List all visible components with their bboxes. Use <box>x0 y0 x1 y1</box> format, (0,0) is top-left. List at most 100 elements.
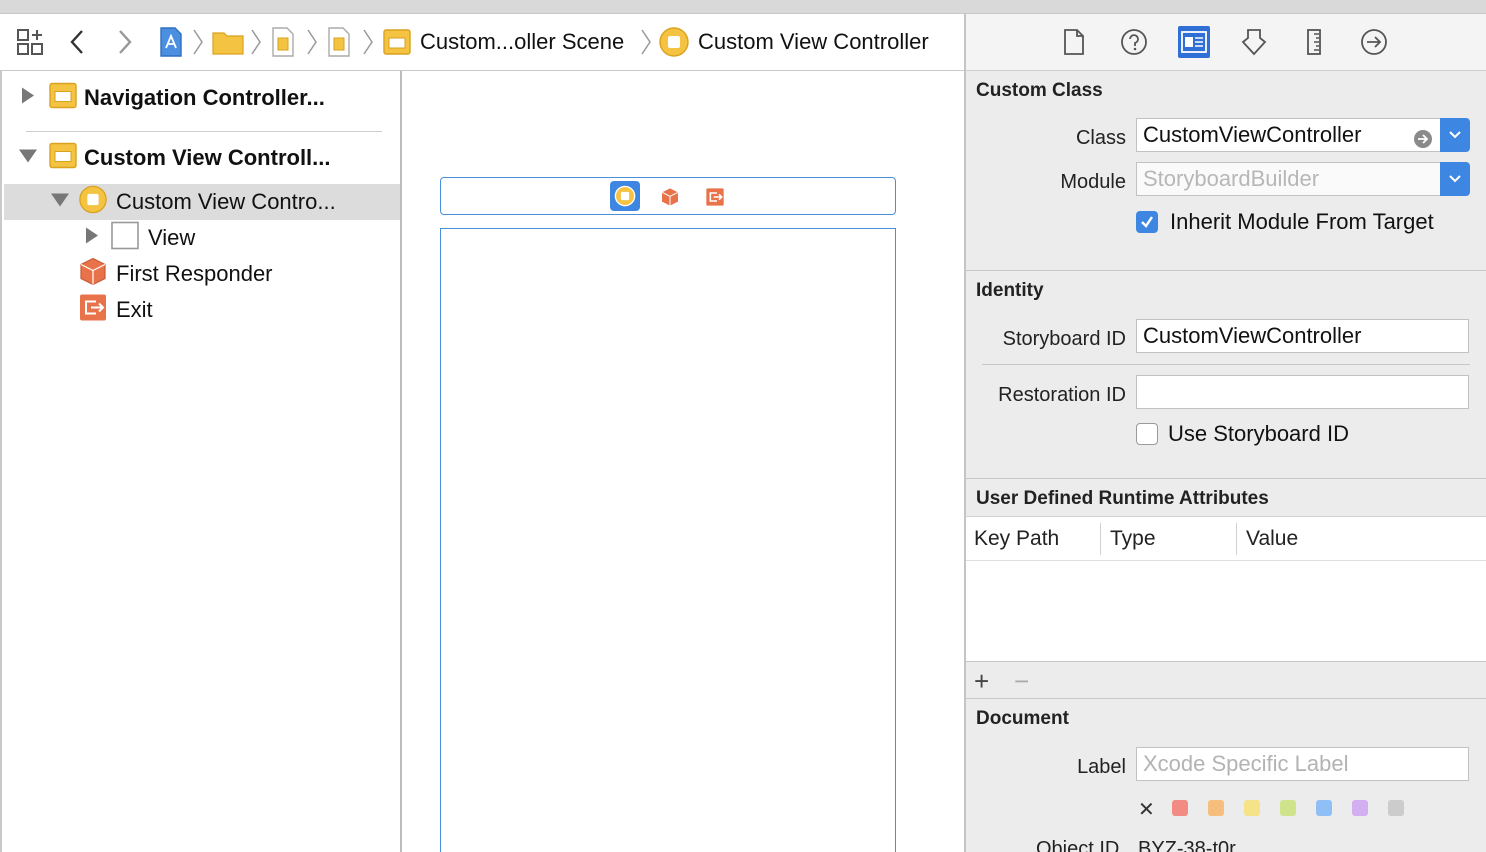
outline-item-view[interactable]: View <box>4 220 402 256</box>
disclosure-triangle-expanded-icon[interactable] <box>50 192 70 213</box>
exit-icon <box>78 293 108 328</box>
dock-exit-icon[interactable] <box>705 187 725 212</box>
class-value: CustomViewController <box>1143 122 1362 147</box>
outline-label: Custom View Controll... <box>84 145 331 170</box>
scene-icon[interactable] <box>382 27 412 62</box>
outline-label: Exit <box>116 297 153 322</box>
column-header-key-path[interactable]: Key Path <box>974 527 1059 551</box>
dock-first-responder-icon[interactable] <box>660 187 680 212</box>
remove-attribute-button[interactable]: − <box>1014 668 1029 694</box>
breadcrumb-chevron-icon <box>250 28 262 61</box>
add-attribute-button[interactable]: + <box>974 668 989 694</box>
section-divider <box>966 478 1486 479</box>
column-header-value[interactable]: Value <box>1246 527 1298 551</box>
identity-inner-divider <box>982 364 1470 365</box>
column-header-type[interactable]: Type <box>1110 527 1156 551</box>
chevron-down-icon <box>1449 131 1461 139</box>
disclosure-triangle-collapsed-icon[interactable] <box>84 227 100 250</box>
label-color-blue-swatch[interactable] <box>1316 800 1332 816</box>
outline-divider <box>26 131 382 132</box>
inspector-tab-bar <box>966 14 1486 71</box>
custom-class-section-title: Custom Class <box>976 80 1103 101</box>
dock-view-controller-icon[interactable] <box>610 181 640 211</box>
module-placeholder: StoryboardBuilder <box>1143 166 1320 191</box>
column-divider <box>1236 523 1237 555</box>
document-label-field[interactable]: Xcode Specific Label <box>1136 747 1469 781</box>
module-field[interactable]: StoryboardBuilder <box>1136 162 1442 196</box>
view-controller-icon[interactable] <box>658 26 690 63</box>
use-storyboard-id-checkbox[interactable] <box>1136 423 1158 445</box>
module-dropdown-button[interactable] <box>1440 162 1470 196</box>
back-arrow-icon[interactable] <box>68 28 88 61</box>
breadcrumb-chevron-icon <box>306 28 318 61</box>
outline-item-navigation-controller-scene[interactable]: Navigation Controller... <box>4 80 402 116</box>
connections-inspector-icon[interactable] <box>1358 26 1390 58</box>
outline-label: Custom View Contro... <box>116 189 336 214</box>
attributes-inspector-icon[interactable] <box>1238 26 1270 58</box>
file-inspector-icon[interactable] <box>1058 26 1090 58</box>
outline-label: Navigation Controller... <box>84 85 325 110</box>
project-file-icon[interactable] <box>158 26 184 63</box>
use-storyboard-id-label[interactable]: Use Storyboard ID <box>1168 421 1349 447</box>
label-color-gray-swatch[interactable] <box>1388 800 1404 816</box>
view-controller-icon <box>78 185 108 220</box>
scene-dock[interactable] <box>440 177 896 215</box>
outline-item-custom-view-controller[interactable]: Custom View Contro... <box>4 184 402 220</box>
identity-inspector-icon[interactable] <box>1178 26 1210 58</box>
breadcrumb-chevron-icon <box>362 28 374 61</box>
storyboard-id-field[interactable]: CustomViewController <box>1136 319 1469 353</box>
quick-help-icon[interactable] <box>1118 26 1150 58</box>
folder-icon[interactable] <box>212 28 244 61</box>
disclosure-triangle-expanded-icon[interactable] <box>18 148 38 169</box>
storyboard-base-file-icon[interactable] <box>326 26 352 63</box>
outline-label: View <box>148 225 196 250</box>
class-field[interactable]: CustomViewController <box>1136 118 1442 152</box>
label-color-red-swatch[interactable] <box>1172 800 1188 816</box>
outline-item-exit[interactable]: Exit <box>4 292 402 328</box>
document-label-label: Label <box>1077 756 1126 778</box>
outline-item-custom-view-controller-scene[interactable]: Custom View Controll... <box>4 140 402 176</box>
related-items-icon[interactable] <box>16 28 46 61</box>
breadcrumb-scene[interactable]: Custom...oller Scene <box>420 29 624 55</box>
first-responder-icon <box>78 257 108 292</box>
module-label: Module <box>1060 171 1126 193</box>
document-outline: Navigation Controller... Custom View Con… <box>0 71 402 852</box>
outline-item-first-responder[interactable]: First Responder <box>4 256 402 292</box>
label-color-orange-swatch[interactable] <box>1208 800 1224 816</box>
storyboard-id-label: Storyboard ID <box>1002 328 1126 350</box>
class-label: Class <box>1075 127 1126 149</box>
disclosure-triangle-collapsed-icon[interactable] <box>20 87 36 110</box>
object-id-label: Object ID <box>1036 838 1120 852</box>
storyboard-id-value: CustomViewController <box>1143 323 1362 348</box>
class-dropdown-button[interactable] <box>1440 118 1470 152</box>
checkmark-icon <box>1141 216 1153 228</box>
clear-color-label-button[interactable]: ✕ <box>1138 797 1155 822</box>
scene-icon <box>48 141 78 176</box>
restoration-id-field[interactable] <box>1136 375 1469 409</box>
udra-table[interactable]: Key Path Type Value <box>966 516 1486 662</box>
storyboard-file-icon[interactable] <box>270 26 296 63</box>
forward-arrow-icon[interactable] <box>114 28 134 61</box>
section-divider <box>966 270 1486 271</box>
inherit-module-checkbox[interactable] <box>1136 211 1158 233</box>
jump-bar: Custom...oller Scene Custom View Control… <box>0 14 964 71</box>
breadcrumb-view-controller[interactable]: Custom View Controller <box>698 29 929 55</box>
storyboard-canvas[interactable] <box>402 71 964 852</box>
window-top-strip <box>0 0 1486 14</box>
object-id-value: BYZ-38-t0r <box>1138 838 1236 852</box>
breadcrumb-chevron-icon <box>640 28 652 61</box>
go-to-class-arrow-icon[interactable] <box>1413 126 1433 151</box>
view-controller-canvas-view[interactable] <box>440 228 896 852</box>
identity-section-title: Identity <box>976 280 1044 301</box>
inherit-module-label[interactable]: Inherit Module From Target <box>1170 209 1434 235</box>
view-icon <box>110 221 140 256</box>
restoration-id-label: Restoration ID <box>998 384 1126 406</box>
scene-icon <box>48 81 78 116</box>
label-color-purple-swatch[interactable] <box>1352 800 1368 816</box>
label-color-green-swatch[interactable] <box>1280 800 1296 816</box>
section-divider <box>966 698 1486 699</box>
label-color-yellow-swatch[interactable] <box>1244 800 1260 816</box>
column-divider <box>1100 523 1101 555</box>
size-inspector-icon[interactable] <box>1298 26 1330 58</box>
udra-table-header: Key Path Type Value <box>966 517 1486 561</box>
